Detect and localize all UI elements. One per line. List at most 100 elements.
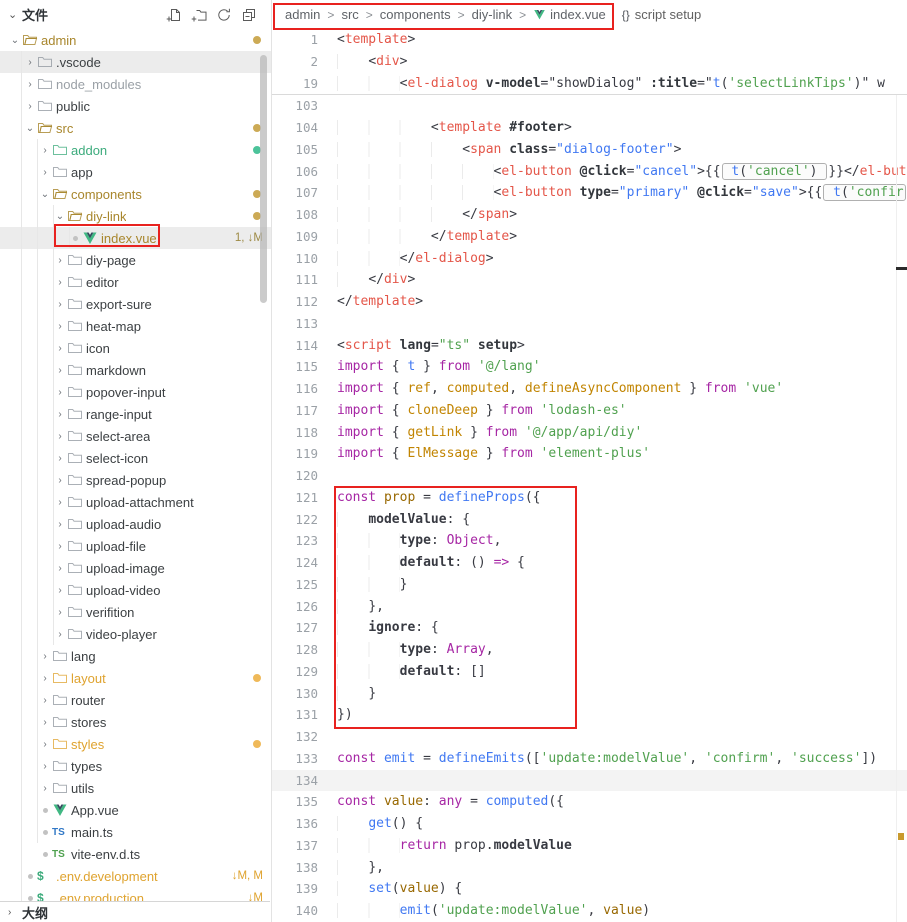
code-line-131[interactable]: 131}) [272,704,907,726]
tree-item-video-player[interactable]: ›video-player [0,623,271,645]
code-line-132[interactable]: 132 [272,726,907,748]
code-line-2[interactable]: 2 <div> [272,51,907,73]
code-line-118[interactable]: 118import { getLink } from '@/app/api/di… [272,422,907,444]
tree-item-icon[interactable]: ›icon [0,337,271,359]
sidebar-scrollbar[interactable] [260,55,267,303]
code-line-123[interactable]: 123 type: Object, [272,530,907,552]
tree-item-upload-attachment[interactable]: ›upload-attachment [0,491,271,513]
tree-item-components[interactable]: ⌄components [0,183,271,205]
tree-item-verifition[interactable]: ›verifition [0,601,271,623]
code-line-139[interactable]: 139 set(value) { [272,878,907,900]
code-line-133[interactable]: 133const emit = defineEmits(['update:mod… [272,748,907,770]
code-line-122[interactable]: 122 modelValue: { [272,509,907,531]
code-line-140[interactable]: 140 emit('update:modelValue', value) [272,900,907,922]
tree-item-label: utils [71,781,94,796]
code-line-124[interactable]: 124 default: () => { [272,552,907,574]
code-line-112[interactable]: 112</template> [272,291,907,313]
tree-item-node-modules[interactable]: ›node_modules [0,73,271,95]
tree-item-public[interactable]: ›public [0,95,271,117]
tree-item-App.vue[interactable]: App.vue [0,799,271,821]
breadcrumb-item-admin[interactable]: admin [285,7,320,22]
code-line-19[interactable]: 19 <el-dialog v-model="showDialog" :titl… [272,73,907,95]
code-line-137[interactable]: 137 return prop.modelValue [272,835,907,857]
code-line-136[interactable]: 136 get() { [272,813,907,835]
tree-item-spread-popup[interactable]: ›spread-popup [0,469,271,491]
code-line-108[interactable]: 108 </span> [272,204,907,226]
tree-item-popover-input[interactable]: ›popover-input [0,381,271,403]
code-line-127[interactable]: 127 ignore: { [272,617,907,639]
tree-item-addon[interactable]: ›addon [0,139,271,161]
code-line-103[interactable]: 103 [272,95,907,117]
new-folder-icon[interactable] [191,7,207,23]
tree-item-upload-image[interactable]: ›upload-image [0,557,271,579]
code-line-128[interactable]: 128 type: Array, [272,639,907,661]
breadcrumb-item-src[interactable]: src [341,7,358,22]
tree-item-app[interactable]: ›app [0,161,271,183]
outline-section[interactable]: › 大纲 [0,901,270,922]
tree-item-index.vue[interactable]: index.vue1, ↓M [0,227,271,249]
code-line-116[interactable]: 116import { ref, computed, defineAsyncCo… [272,378,907,400]
code-line-126[interactable]: 126 }, [272,596,907,618]
tree-item-export-sure[interactable]: ›export-sure [0,293,271,315]
tree-item-.vscode[interactable]: ›.vscode [0,51,271,73]
curly-braces-icon: {} [622,8,630,22]
code-line-129[interactable]: 129 default: [] [272,661,907,683]
tree-item-utils[interactable]: ›utils [0,777,271,799]
tree-item-diy-link[interactable]: ⌄diy-link [0,205,271,227]
breadcrumb-item-components[interactable]: components [380,7,451,22]
code-line-121[interactable]: 121const prop = defineProps({ [272,487,907,509]
code-line-110[interactable]: 110 </el-dialog> [272,248,907,270]
code-line-138[interactable]: 138 }, [272,857,907,879]
tree-item-main.ts[interactable]: TSmain.ts [0,821,271,843]
code-line-106[interactable]: 106 <el-button @click="cancel">{{ t('can… [272,161,907,183]
tree-item-.env.development[interactable]: $.env.development↓M, M [0,865,271,887]
folder-open-icon [22,32,41,48]
breadcrumb-item-diy-link[interactable]: diy-link [472,7,512,22]
tree-item-upload-video[interactable]: ›upload-video [0,579,271,601]
tree-item-range-input[interactable]: ›range-input [0,403,271,425]
collapse-all-icon[interactable] [241,7,257,23]
code-line-117[interactable]: 117import { cloneDeep } from 'lodash-es' [272,400,907,422]
code-line-1[interactable]: 1<template> [272,29,907,51]
line-number: 1 [272,29,318,51]
tree-item-editor[interactable]: ›editor [0,271,271,293]
tree-item-src[interactable]: ⌄src [0,117,271,139]
tree-item-lang[interactable]: ›lang [0,645,271,667]
editor-scrollbar[interactable] [896,95,897,922]
code-line-119[interactable]: 119import { ElMessage } from 'element-pl… [272,443,907,465]
chevron-right-icon: › [38,761,52,772]
code-line-134[interactable]: 134 [272,770,907,792]
code-line-107[interactable]: 107 <el-button type="primary" @click="sa… [272,182,907,204]
code-line-130[interactable]: 130 } [272,683,907,705]
tree-item-label: select-area [86,429,150,444]
code-line-120[interactable]: 120 [272,465,907,487]
tree-item-types[interactable]: ›types [0,755,271,777]
tree-item-select-icon[interactable]: ›select-icon [0,447,271,469]
refresh-icon[interactable] [216,7,232,23]
tree-item-stores[interactable]: ›stores [0,711,271,733]
tree-item-diy-page[interactable]: ›diy-page [0,249,271,271]
code-line-104[interactable]: 104 <template #footer> [272,117,907,139]
code-line-125[interactable]: 125 } [272,574,907,596]
tree-item-styles[interactable]: ›styles [0,733,271,755]
chevron-down-icon[interactable]: ⌄ [8,8,22,21]
tree-item-heat-map[interactable]: ›heat-map [0,315,271,337]
breadcrumb-item-index.vue[interactable]: index.vue [533,7,606,22]
code-line-135[interactable]: 135const value: any = computed({ [272,791,907,813]
tree-item-router[interactable]: ›router [0,689,271,711]
code-line-109[interactable]: 109 </template> [272,226,907,248]
code-line-105[interactable]: 105 <span class="dialog-footer"> [272,139,907,161]
tree-item-admin[interactable]: ⌄admin [0,29,271,51]
tree-item-upload-file[interactable]: ›upload-file [0,535,271,557]
tree-item-upload-audio[interactable]: ›upload-audio [0,513,271,535]
tree-item-select-area[interactable]: ›select-area [0,425,271,447]
code-line-111[interactable]: 111 </div> [272,269,907,291]
tree-item-vite-env.d.ts[interactable]: TSvite-env.d.ts [0,843,271,865]
code-line-114[interactable]: 114<script lang="ts" setup> [272,335,907,357]
symbol-breadcrumb[interactable]: {}script setup [622,7,702,22]
new-file-icon[interactable] [166,7,182,23]
code-line-113[interactable]: 113 [272,313,907,335]
code-line-115[interactable]: 115import { t } from '@/lang' [272,356,907,378]
tree-item-layout[interactable]: ›layout [0,667,271,689]
tree-item-markdown[interactable]: ›markdown [0,359,271,381]
